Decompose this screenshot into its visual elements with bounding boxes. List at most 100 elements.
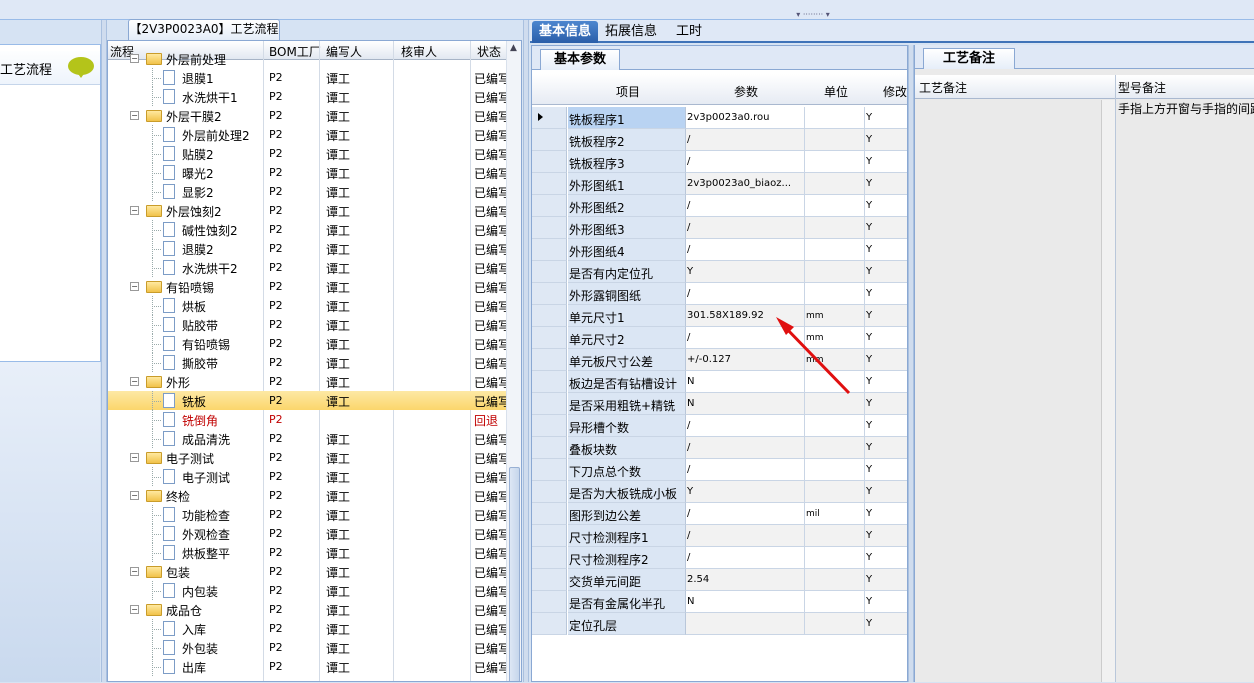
param-row[interactable]: 尺寸检测程序2/ Y <box>532 547 907 569</box>
row-indicator[interactable] <box>532 613 567 635</box>
tab-process-notes[interactable]: 工艺备注 <box>923 48 1015 69</box>
tree-folder-row[interactable]: − 电子测试 P2 谭工 已编写 <box>108 448 506 467</box>
tree-folder-row[interactable]: − 外层蚀刻2 P2 谭工 已编写 <box>108 201 506 220</box>
collapse-icon[interactable]: − <box>130 54 139 63</box>
param-unit-cell[interactable] <box>805 371 865 393</box>
param-row[interactable]: 外形图纸3/ Y <box>532 217 907 239</box>
param-row[interactable]: 是否采用粗铣+精铣 N Y <box>532 393 907 415</box>
param-mod-cell[interactable]: Y <box>865 437 907 459</box>
param-unit-cell[interactable] <box>805 591 865 613</box>
param-value-cell[interactable]: / <box>686 283 805 305</box>
collapse-icon[interactable]: − <box>130 377 139 386</box>
tree-step-row[interactable]: 退膜1 P2 谭工 已编写 <box>108 68 506 87</box>
param-mod-cell[interactable]: Y <box>865 173 907 195</box>
param-mod-cell[interactable]: Y <box>865 283 907 305</box>
tree-step-row[interactable]: 外观检查 P2 谭工 已编写 <box>108 524 506 543</box>
row-indicator[interactable] <box>532 525 567 547</box>
param-value-cell[interactable]: / <box>686 547 805 569</box>
param-value-cell[interactable]: N <box>686 591 805 613</box>
tree-step-row[interactable]: 烘板 P2 谭工 已编写 <box>108 296 506 315</box>
param-unit-cell[interactable] <box>805 283 865 305</box>
param-mod-cell[interactable]: Y <box>865 129 907 151</box>
param-unit-cell[interactable] <box>805 151 865 173</box>
tree-step-row[interactable]: 有铅喷锡 P2 谭工 已编写 <box>108 334 506 353</box>
tree-step-row[interactable]: 曝光2 P2 谭工 已编写 <box>108 163 506 182</box>
param-row[interactable]: 交货单元间距 2.54 Y <box>532 569 907 591</box>
param-unit-cell[interactable] <box>805 173 865 195</box>
param-value-cell[interactable]: 2.54 <box>686 569 805 591</box>
tree-step-row[interactable]: 碱性蚀刻2 P2 谭工 已编写 <box>108 220 506 239</box>
param-row[interactable]: 铣板程序3/ Y <box>532 151 907 173</box>
row-indicator[interactable] <box>532 547 567 569</box>
tree-step-row[interactable]: 贴膜2 P2 谭工 已编写 <box>108 144 506 163</box>
collapse-icon[interactable]: − <box>130 453 139 462</box>
param-row[interactable]: 是否为大板铣成小板 Y Y <box>532 481 907 503</box>
param-mod-cell[interactable]: Y <box>865 569 907 591</box>
param-row[interactable]: 外形图纸4/ Y <box>532 239 907 261</box>
row-indicator[interactable] <box>532 305 567 327</box>
param-value-cell[interactable]: / <box>686 437 805 459</box>
param-value-cell[interactable]: 301.58X189.92 <box>686 305 805 327</box>
collapse-icon[interactable]: − <box>130 605 139 614</box>
param-mod-cell[interactable]: Y <box>865 481 907 503</box>
row-indicator[interactable] <box>532 503 567 525</box>
tree-panel-tab[interactable]: 【2V3P0023A0】工艺流程 <box>128 19 280 40</box>
row-indicator[interactable] <box>532 261 567 283</box>
tree-step-row[interactable]: 出库 P2 谭工 已编写 <box>108 657 506 676</box>
param-unit-cell[interactable]: mm <box>805 349 865 371</box>
param-value-cell[interactable]: 2v3p0023a0_biaoz... <box>686 173 805 195</box>
tree-step-row[interactable]: 外包装 P2 谭工 已编写 <box>108 638 506 657</box>
row-indicator[interactable] <box>532 239 567 261</box>
collapse-icon[interactable]: − <box>130 491 139 500</box>
param-row[interactable]: 单元板尺寸公差 +/-0.127 mm Y <box>532 349 907 371</box>
tab-basic-params[interactable]: 基本参数 <box>540 49 620 70</box>
tree-folder-row[interactable]: − 有铅喷锡 P2 谭工 已编写 <box>108 277 506 296</box>
tree-step-row[interactable]: 撕胶带 P2 谭工 已编写 <box>108 353 506 372</box>
tree-folder-row[interactable]: − 外形 P2 谭工 已编写 <box>108 372 506 391</box>
param-row[interactable]: 是否有金属化半孔 N Y <box>532 591 907 613</box>
param-unit-cell[interactable] <box>805 107 865 129</box>
tree-folder-row[interactable]: − 包装 P2 谭工 已编写 <box>108 562 506 581</box>
scroll-up-icon[interactable]: ▲ <box>510 43 517 53</box>
param-mod-cell[interactable]: Y <box>865 547 907 569</box>
collapse-icon[interactable]: − <box>130 206 139 215</box>
param-value-cell[interactable]: / <box>686 217 805 239</box>
param-mod-cell[interactable]: Y <box>865 525 907 547</box>
tree-folder-row[interactable]: − 外层前处理 <box>108 49 506 68</box>
col-mod[interactable]: 修改 <box>883 83 907 100</box>
tree-step-row[interactable]: 成品清洗 P2 谭工 已编写 <box>108 429 506 448</box>
param-row[interactable]: 铣板程序2/ Y <box>532 129 907 151</box>
col-model-note[interactable]: 型号备注 <box>1118 79 1166 96</box>
row-indicator[interactable] <box>532 349 567 371</box>
scrollbar-thumb[interactable] <box>509 467 520 681</box>
param-mod-cell[interactable]: Y <box>865 217 907 239</box>
param-value-cell[interactable]: / <box>686 129 805 151</box>
row-indicator[interactable] <box>532 129 567 151</box>
tree-folder-row[interactable]: − 成品仓 P2 谭工 已编写 <box>108 600 506 619</box>
tree-step-row[interactable]: 外层前处理2 P2 谭工 已编写 <box>108 125 506 144</box>
param-value-cell[interactable]: / <box>686 503 805 525</box>
tab-extended-info[interactable]: 拓展信息 <box>600 21 662 43</box>
param-value-cell[interactable]: / <box>686 239 805 261</box>
nav-item-process-flow[interactable]: 工艺流程 <box>0 51 100 85</box>
param-value-cell[interactable]: / <box>686 327 805 349</box>
tree-vertical-scrollbar[interactable]: ▲ <box>506 41 521 681</box>
param-mod-cell[interactable]: Y <box>865 591 907 613</box>
param-value-cell[interactable]: 2v3p0023a0.rou <box>686 107 805 129</box>
notes-scrollbar[interactable] <box>1101 100 1115 682</box>
model-note-text[interactable]: 手指上方开窗与手指的间距 <box>1118 100 1254 117</box>
col-unit[interactable]: 单位 <box>824 83 848 100</box>
param-row[interactable]: 单元尺寸1 301.58X189.92 mm Y <box>532 305 907 327</box>
tab-work-hours[interactable]: 工时 <box>666 21 712 43</box>
row-indicator[interactable] <box>532 393 567 415</box>
param-value-cell[interactable]: N <box>686 393 805 415</box>
tab-basic-info[interactable]: 基本信息 <box>532 21 598 43</box>
param-unit-cell[interactable]: mm <box>805 305 865 327</box>
row-indicator[interactable] <box>532 459 567 481</box>
param-mod-cell[interactable]: Y <box>865 151 907 173</box>
param-mod-cell[interactable]: Y <box>865 261 907 283</box>
param-row[interactable]: 外形露铜图纸 / Y <box>532 283 907 305</box>
row-indicator[interactable] <box>532 151 567 173</box>
param-mod-cell[interactable]: Y <box>865 503 907 525</box>
param-value-cell[interactable]: Y <box>686 261 805 283</box>
